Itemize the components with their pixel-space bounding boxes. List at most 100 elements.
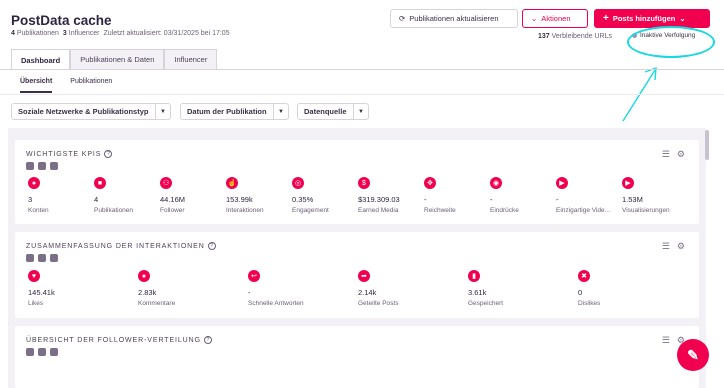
metric-value: 153.99k	[226, 195, 253, 204]
subtab-publications[interactable]: Publikationen	[70, 78, 112, 93]
info-icon[interactable]: ?	[104, 150, 113, 158]
urls-label: Verbleibende URLs	[551, 33, 612, 40]
subtab-overview[interactable]: Übersicht	[20, 78, 53, 93]
metric-label: Engagement	[292, 207, 329, 214]
tab-influencer[interactable]: Influencer	[164, 49, 218, 69]
metric-value: $319.309.03	[358, 195, 400, 204]
update-publications-button[interactable]: ⟳ Publikationen aktualisieren	[390, 9, 518, 28]
sub-tabs: Übersicht Publikationen	[20, 78, 112, 93]
metric-8: ▶ - Einzigartige Videoaufrufe	[556, 177, 614, 214]
group-icon: ⚇	[160, 177, 172, 189]
tiktok-icon	[38, 254, 46, 262]
gear-icon[interactable]: ⚙	[677, 241, 685, 252]
influencer-label: Influencer	[68, 30, 100, 37]
urls-count: 137	[538, 33, 550, 40]
network-icons	[26, 162, 58, 170]
card-tools: ☰ ⚙	[662, 149, 685, 160]
chat-icon: ✎	[687, 346, 699, 363]
comment-icon: ●	[138, 270, 150, 282]
chat-help-button[interactable]: ✎	[677, 339, 709, 371]
card-tools: ☰ ⚙	[662, 241, 685, 252]
interactions-card-title: ZUSAMMENFASSUNG DER INTERAKTIONEN?	[26, 242, 216, 250]
metric-7: ◉ - Eindrücke	[490, 177, 548, 214]
metric-label: Dislikes	[578, 300, 601, 307]
filter-publication-date[interactable]: Datum der Publikation ▼	[180, 103, 289, 120]
metric-value: 4	[94, 195, 99, 204]
bookmark-icon: ▮	[468, 270, 480, 282]
metric-0: ● 3 Konten	[28, 177, 86, 214]
metric-label: Likes	[28, 300, 44, 307]
youtube-icon	[50, 162, 58, 170]
metric-value: 0.35%	[292, 195, 314, 204]
metric-label: Kommentare	[138, 300, 176, 307]
youtube-icon	[50, 254, 58, 262]
filter-publication-date-label: Datum der Publikation	[187, 107, 267, 116]
metric-5: ✖ 0 Dislikes	[578, 270, 680, 307]
metric-label: Gespeichert	[468, 300, 504, 307]
metric-value: -	[424, 195, 427, 204]
interactions-title-text: ZUSAMMENFASSUNG DER INTERAKTIONEN	[26, 242, 205, 250]
metric-value: -	[248, 288, 251, 297]
network-icons	[26, 254, 58, 262]
filter-social-networks[interactable]: Soziale Netzwerke & Publikationstyp ▼	[11, 103, 171, 120]
target-icon: ◎	[292, 177, 304, 189]
metric-value: 3	[28, 195, 33, 204]
sliders-icon[interactable]: ☰	[662, 335, 670, 346]
instagram-icon	[26, 254, 34, 262]
play-icon: ▶	[622, 177, 634, 189]
metric-5: $ $319.309.03 Earned Media	[358, 177, 416, 214]
influencer-count: 3	[62, 30, 67, 37]
metric-3: ➦ 2.14k Geteilte Posts	[358, 270, 460, 307]
metric-value: 1.53M	[622, 195, 643, 204]
publications-count: 4	[11, 30, 15, 37]
annotation-arrow	[622, 66, 657, 122]
actions-label: Aktionen	[541, 14, 571, 23]
tiktok-icon	[38, 162, 46, 170]
tiktok-icon	[38, 348, 46, 356]
scrollbar[interactable]	[705, 130, 709, 160]
metric-label: Schnelle Antworten	[248, 300, 304, 307]
kpis-card: WICHTIGSTE KPIS? ☰ ⚙ ● 3 Konten ■ 4 Publikati…	[15, 140, 699, 224]
followers-card-title: ÜBERSICHT DER FOLLOWER-VERTEILUNG?	[26, 336, 212, 344]
metric-value: 2.14k	[358, 288, 377, 297]
sliders-icon[interactable]: ☰	[662, 149, 670, 160]
update-publications-label: Publikationen aktualisieren	[409, 14, 499, 23]
filter-data-source[interactable]: Datenquelle ▼	[297, 103, 369, 120]
page-title: PostData cache	[11, 13, 112, 28]
metric-label: Publikationen	[94, 207, 134, 214]
metric-4: ◎ 0.35% Engagement	[292, 177, 350, 214]
chevron-down-icon: ⌄	[679, 14, 686, 23]
reply-icon: ↩	[248, 270, 260, 282]
metric-value: -	[556, 195, 559, 204]
metric-0: ♥ 145.41k Likes	[28, 270, 130, 307]
metric-label: Earned Media	[358, 207, 399, 214]
kpis-title-text: WICHTIGSTE KPIS	[26, 150, 102, 158]
actions-button[interactable]: ⌄ Aktionen	[522, 9, 588, 28]
add-posts-button[interactable]: + Posts hinzufügen ⌄	[594, 9, 710, 28]
metric-label: Interaktionen	[226, 207, 264, 214]
metric-value: 3.61k	[468, 288, 487, 297]
metric-label: Reichweite	[424, 207, 456, 214]
caret-down-icon: ▼	[353, 104, 368, 119]
metric-value: -	[490, 195, 493, 204]
follower-distribution-card: ÜBERSICHT DER FOLLOWER-VERTEILUNG? ☰ ⚙	[15, 326, 699, 388]
dollar-icon: $	[358, 177, 370, 189]
caret-down-icon: ▼	[155, 104, 170, 119]
tab-dashboard[interactable]: Dashboard	[11, 49, 71, 70]
metric-value: 0	[578, 288, 583, 297]
metric-1: ● 2.83k Kommentare	[138, 270, 240, 307]
info-icon[interactable]: ?	[203, 336, 212, 344]
page-meta: 4 Publikationen 3 Influencer Zuletzt akt…	[11, 30, 230, 37]
metric-label: Visualisierungen	[622, 207, 670, 214]
sliders-icon[interactable]: ☰	[662, 241, 670, 252]
info-icon[interactable]: ?	[207, 242, 216, 250]
metric-4: ▮ 3.61k Gespeichert	[468, 270, 570, 307]
gear-icon[interactable]: ⚙	[677, 149, 685, 160]
play-icon: ▶	[556, 177, 568, 189]
filter-social-networks-label: Soziale Netzwerke & Publikationstyp	[18, 107, 149, 116]
metric-value: 145.41k	[28, 288, 55, 297]
tab-publications-data[interactable]: Publikationen & Daten	[70, 49, 165, 69]
refresh-icon: ⟳	[399, 14, 406, 23]
metric-label: Eindrücke	[490, 207, 519, 214]
metric-label: Konten	[28, 207, 49, 214]
